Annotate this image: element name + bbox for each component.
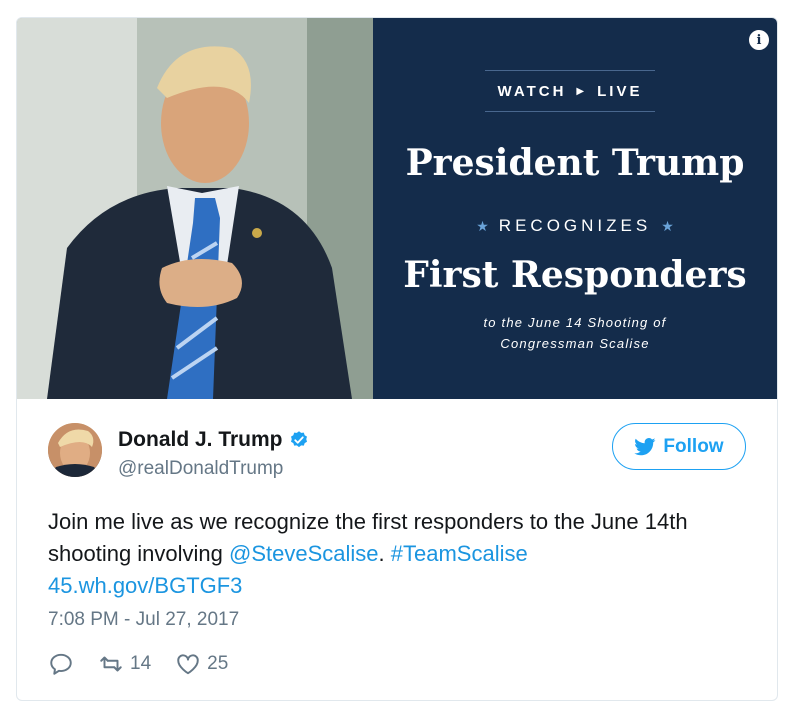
tweet-timestamp[interactable]: 7:08 PM - Jul 27, 2017 (48, 609, 239, 631)
twitter-bird-icon (634, 437, 656, 455)
avatar-image (48, 423, 102, 477)
follow-label: Follow (663, 435, 724, 457)
star-icon: ★ (476, 217, 489, 234)
reply-button[interactable] (48, 651, 74, 677)
retweet-icon (100, 656, 122, 672)
info-icon[interactable]: i (749, 30, 769, 50)
author-name[interactable]: Donald J. Trump (118, 428, 283, 452)
url-link[interactable]: 45.wh.gov/BGTGF3 (48, 573, 242, 598)
mention-link[interactable]: @SteveScalise (229, 541, 379, 566)
star-icon: ★ (661, 217, 674, 234)
subline-1: to the June 14 Shooting of (483, 315, 667, 330)
heart-icon (177, 654, 199, 675)
recognizes-text: RECOGNIZES (498, 216, 652, 235)
author-handle[interactable]: @realDonaldTrump (118, 458, 283, 480)
president-photo (17, 18, 373, 399)
retweet-count: 14 (130, 653, 152, 674)
tweet-actions: 14 25 (48, 651, 252, 677)
headline-first-responders: First Responders (403, 254, 747, 296)
headline-president-trump: President Trump (405, 142, 745, 184)
verified-badge-icon (290, 431, 307, 448)
like-button[interactable]: 25 (175, 651, 228, 677)
play-arrow-icon: ▶ (576, 85, 588, 97)
retweet-button[interactable]: 14 (98, 651, 151, 677)
watch-text: WATCH (497, 82, 567, 100)
watch-live-banner: WATCH ▶ LIVE President Trump ★ RECOGNIZE… (373, 18, 777, 399)
live-text: LIVE (597, 82, 643, 100)
tweet-card: WATCH ▶ LIVE President Trump ★ RECOGNIZE… (16, 17, 778, 701)
tweet-media[interactable]: WATCH ▶ LIVE President Trump ★ RECOGNIZE… (17, 18, 777, 399)
recognizes-line: ★ RECOGNIZES ★ (373, 216, 777, 236)
reply-icon (50, 653, 72, 675)
hashtag-link[interactable]: #TeamScalise (391, 541, 528, 566)
like-count: 25 (207, 653, 229, 674)
tweet-text: Join me live as we recognize the first r… (48, 506, 748, 602)
subline-2: Congressman Scalise (500, 336, 650, 351)
avatar[interactable] (48, 423, 102, 477)
watch-live-label: WATCH ▶ LIVE (485, 70, 655, 112)
tweet-text-part-2: . (378, 541, 391, 566)
follow-button[interactable]: Follow (612, 423, 746, 470)
author-name-row[interactable]: Donald J. Trump (118, 428, 309, 452)
photo-illustration (17, 18, 373, 399)
